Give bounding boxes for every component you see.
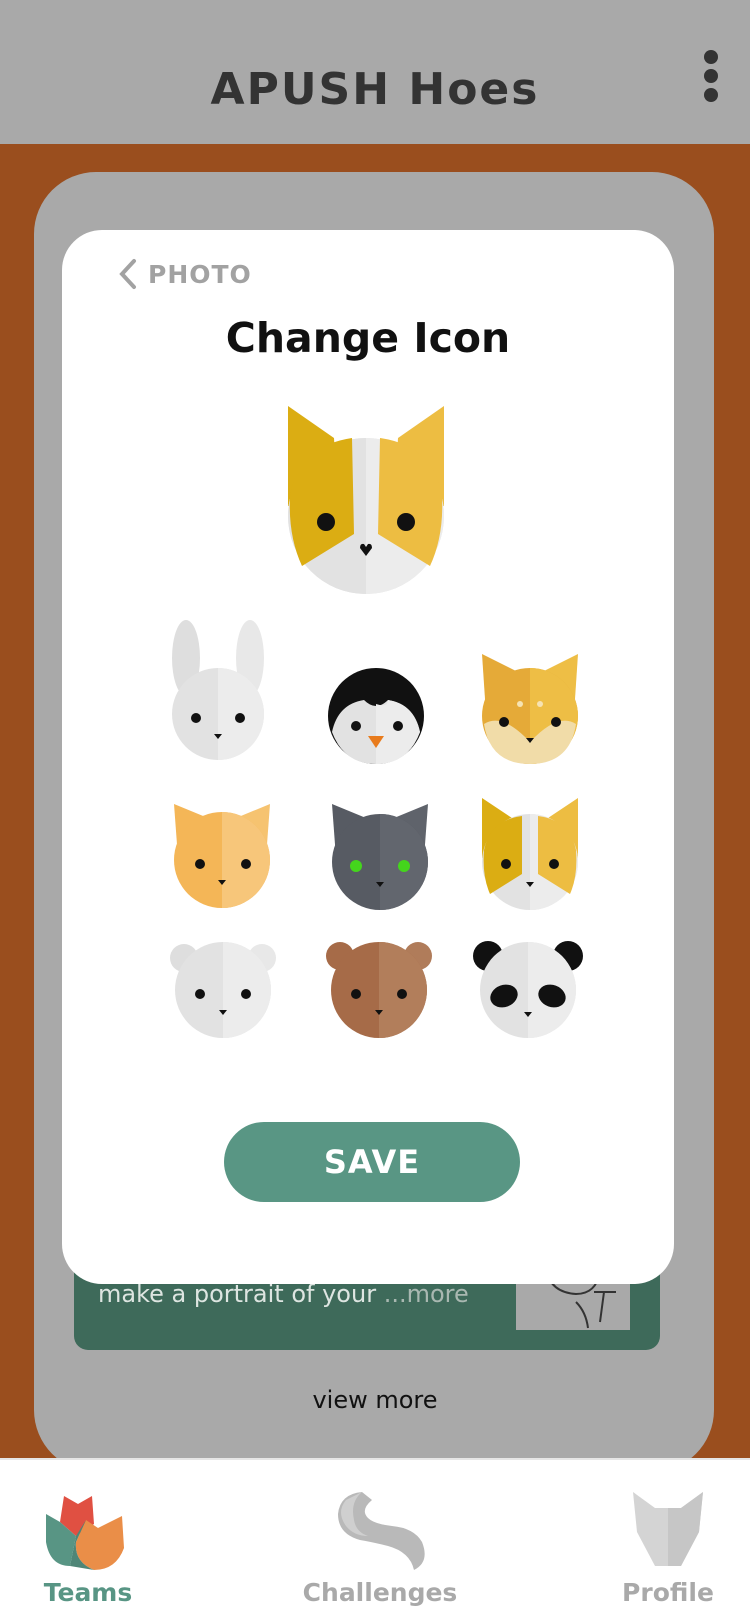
orange-cat-icon[interactable] [174, 804, 270, 908]
tab-label-teams: Teams [43, 1578, 133, 1607]
penguin-icon[interactable] [328, 668, 424, 764]
fox-icon[interactable] [482, 654, 578, 764]
challenge-card-text: make a portrait of your ...more [98, 1280, 469, 1308]
tab-profile[interactable]: Profile [618, 1460, 718, 1624]
tab-teams[interactable]: Teams [30, 1460, 146, 1624]
selected-corgi-icon [288, 406, 444, 594]
more-link[interactable]: ...more [384, 1280, 469, 1308]
save-button[interactable]: SAVE [224, 1122, 520, 1202]
app-header: APUSH Hoes [0, 0, 750, 144]
bunny-icon[interactable] [166, 620, 270, 760]
more-vertical-icon[interactable] [696, 50, 726, 110]
tab-label-profile: Profile [622, 1578, 714, 1607]
profile-icon [633, 1492, 703, 1566]
chevron-left-icon [119, 259, 136, 289]
view-more-link[interactable]: view more [0, 1386, 750, 1414]
modal-title: Change Icon [225, 314, 511, 362]
teams-icon [46, 1496, 124, 1570]
tab-label-challenges: Challenges [302, 1578, 458, 1607]
corgi-icon[interactable] [482, 798, 578, 910]
back-button[interactable]: PHOTO [118, 258, 252, 290]
challenges-icon [338, 1492, 425, 1570]
back-label: PHOTO [148, 259, 252, 289]
team-title: APUSH Hoes [210, 64, 540, 115]
polar-bear-icon[interactable] [168, 942, 278, 1038]
brown-bear-icon[interactable] [324, 940, 434, 1038]
bottom-tab-bar: Teams Challenges Profile [0, 1458, 750, 1624]
tab-challenges[interactable]: Challenges [300, 1460, 460, 1624]
change-icon-modal: PHOTO Change Icon SAVE [62, 230, 674, 1284]
panda-icon[interactable] [472, 940, 584, 1038]
grey-cat-icon[interactable] [332, 804, 428, 910]
